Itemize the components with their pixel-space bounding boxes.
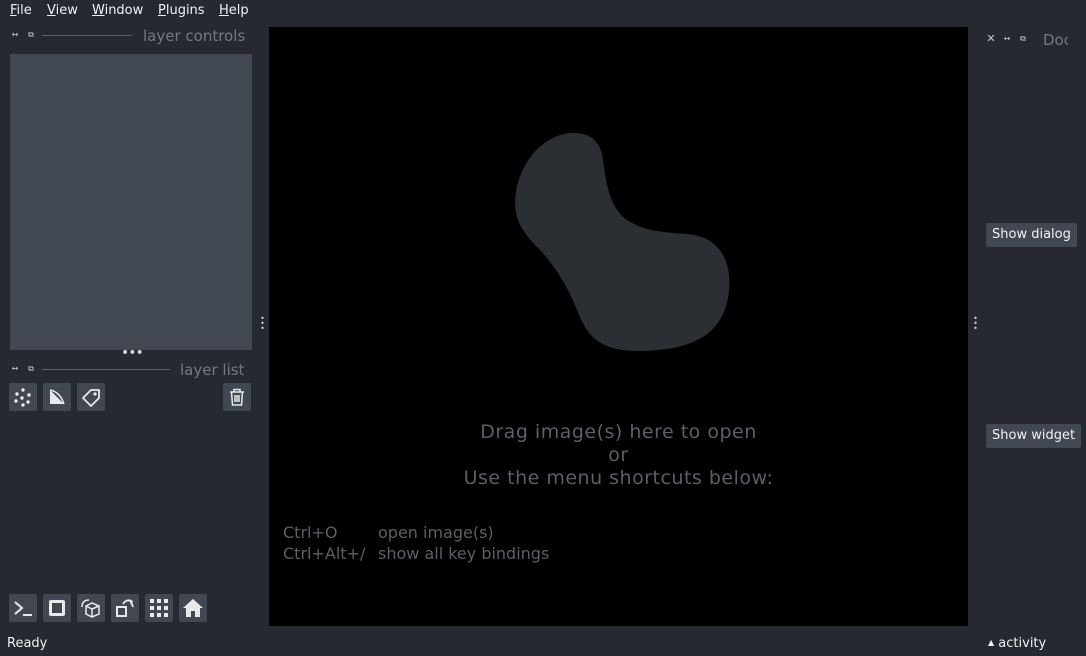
float-icon[interactable]: ↔ <box>10 364 20 374</box>
shortcut-description: show all key bindings <box>378 544 550 563</box>
layer-controls-title: layer controls <box>143 27 246 45</box>
shortcut-keys: Ctrl+O <box>283 523 338 542</box>
undock-icon[interactable]: ⧉ <box>1018 34 1028 44</box>
shortcut-description: open image(s) <box>378 523 494 542</box>
console-icon <box>14 601 32 616</box>
ndisplay-icon <box>49 600 65 616</box>
menu-bar: File View Window Plugins Help <box>0 0 1086 24</box>
menu-plugins[interactable]: Plugins <box>158 3 205 18</box>
transpose-icon <box>116 599 134 617</box>
new-labels-layer-icon <box>82 389 100 407</box>
new-points-layer-button[interactable] <box>9 383 37 411</box>
viewer-canvas[interactable]: Drag image(s) here to open or Use the me… <box>269 27 968 626</box>
right-dock-titlebar: ✕ ↔ ⧉ Doc <box>984 31 1086 47</box>
delete-layer-icon <box>230 388 244 406</box>
activity-label: activity <box>998 636 1047 651</box>
new-labels-layer-button[interactable] <box>77 383 105 411</box>
caret-up-icon: ▲ <box>988 638 995 647</box>
transpose-button[interactable] <box>111 594 139 622</box>
menu-help[interactable]: Help <box>219 3 249 18</box>
float-icon[interactable]: ↔ <box>10 30 20 40</box>
menu-view[interactable]: View <box>47 3 78 18</box>
home-icon <box>183 599 203 617</box>
console-button[interactable] <box>9 594 37 622</box>
layer-controls-titlebar: ↔ ⧉ layer controls <box>0 27 262 45</box>
grid-button[interactable] <box>145 594 173 622</box>
dock-splitter-handle[interactable]: ••• <box>121 345 144 361</box>
activity-toggle[interactable]: ▲ activity <box>988 636 1046 651</box>
shortcut-keys: Ctrl+Alt+/ <box>283 544 366 563</box>
title-divider <box>42 35 132 36</box>
layer-controls-panel <box>10 54 252 350</box>
new-shapes-layer-button[interactable] <box>43 383 71 411</box>
undock-icon[interactable]: ⧉ <box>26 364 36 374</box>
welcome-drag-text: Drag image(s) here to open <box>480 421 757 443</box>
right-dock-resize-handle[interactable]: • • • <box>972 315 978 333</box>
ndisplay-button[interactable] <box>43 594 71 622</box>
undock-icon[interactable]: ⧉ <box>26 30 36 40</box>
delete-layer-button[interactable] <box>223 383 251 411</box>
napari-logo-icon <box>515 132 730 351</box>
menu-window[interactable]: Window <box>92 3 143 18</box>
layer-list-title: layer list <box>180 361 245 379</box>
float-icon[interactable]: ↔ <box>1002 34 1012 44</box>
show-dialog-button[interactable]: Show dialog <box>986 223 1077 247</box>
show-widget-button[interactable]: Show widget <box>986 424 1082 448</box>
close-icon[interactable]: ✕ <box>986 33 996 44</box>
status-bar: Ready ▲ activity <box>0 632 1086 656</box>
roll-icon <box>81 599 100 618</box>
new-shapes-layer-icon <box>49 389 65 405</box>
left-dock-resize-handle[interactable]: • • • <box>259 315 265 333</box>
grid-icon <box>150 599 168 617</box>
home-button[interactable] <box>179 594 207 622</box>
layer-list-titlebar: ↔ ⧉ layer list <box>0 361 262 379</box>
status-text: Ready <box>7 636 48 651</box>
welcome-shortcuts-text: Use the menu shortcuts below: <box>463 467 774 489</box>
right-dock-title: Doc <box>1043 31 1068 47</box>
title-divider <box>42 369 170 370</box>
new-points-layer-icon <box>14 388 31 407</box>
roll-button[interactable] <box>77 594 105 622</box>
menu-file[interactable]: File <box>10 3 32 18</box>
welcome-or-text: or <box>608 444 629 466</box>
